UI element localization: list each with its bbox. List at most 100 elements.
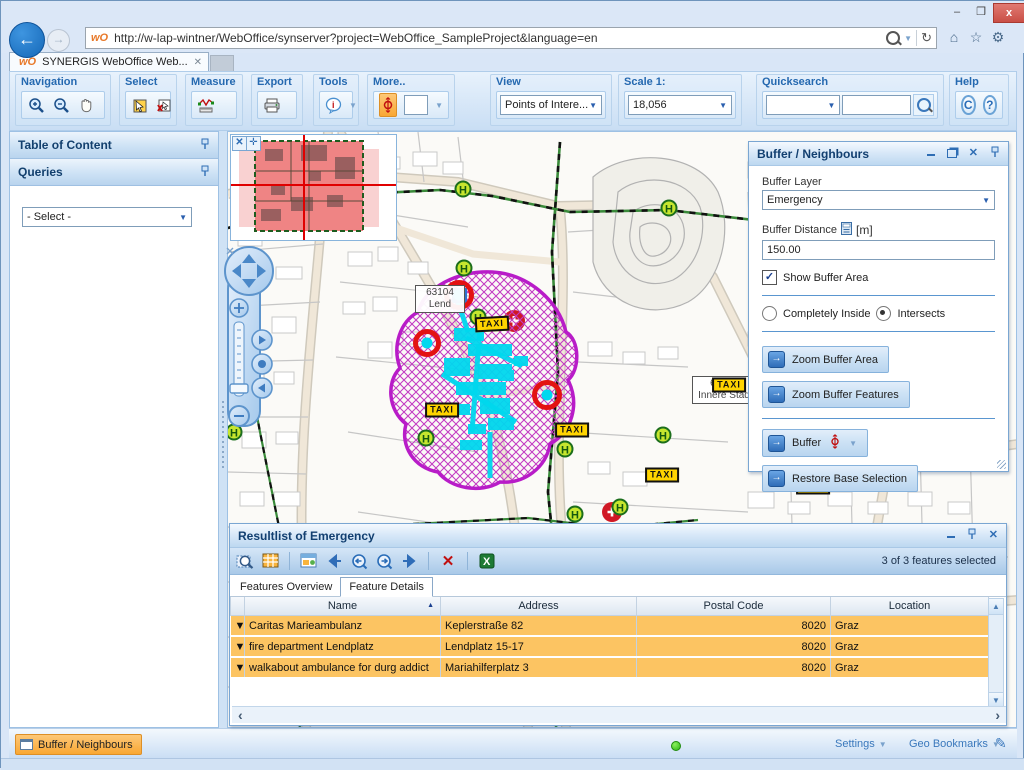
address-bar[interactable]: wO http://w-lap-wintner/WebOffice/synser…	[85, 27, 937, 49]
zoom-out-icon[interactable]	[52, 96, 70, 114]
quicksearch-go-icon[interactable]	[913, 94, 934, 116]
zoom-next-icon[interactable]	[375, 552, 393, 570]
buffer-caret-icon[interactable]: ▼	[849, 439, 857, 448]
row-menu-icon[interactable]: ▼	[231, 616, 245, 637]
settings-menu[interactable]: Settings▼	[835, 738, 887, 750]
select-features-icon[interactable]	[131, 96, 148, 114]
table-row[interactable]: ▼ fire department Lendplatz Lendplatz 15…	[231, 636, 989, 657]
query-select[interactable]: - Select -▼	[22, 207, 192, 227]
taxi-stand-marker[interactable]: TAXI	[645, 468, 679, 483]
back-button[interactable]: ←	[9, 22, 45, 58]
quicksearch-input[interactable]	[842, 95, 911, 115]
resultlist-titlebar[interactable]: Resultlist of Emergency ✕	[230, 524, 1006, 548]
home-icon[interactable]: ⌂	[943, 29, 965, 46]
contact-button[interactable]: C	[961, 95, 976, 115]
buffer-layer-select[interactable]: Emergency▼	[762, 190, 995, 210]
edit-pencil-icon[interactable]: ✎	[995, 735, 1007, 752]
overview-move-icon[interactable]: ✛	[246, 136, 261, 151]
resize-grip[interactable]	[997, 460, 1006, 469]
tools-caret-icon[interactable]: ▼	[349, 101, 357, 110]
table-vertical-scrollbar[interactable]: ▲ ▼	[988, 598, 1004, 709]
completely-inside-radio[interactable]	[762, 306, 777, 321]
pan-hand-icon[interactable]	[77, 96, 95, 114]
column-header-name[interactable]: Name▲	[245, 597, 441, 616]
taxi-stand-marker[interactable]: TAXI	[475, 316, 510, 333]
taxi-stand-marker[interactable]: TAXI	[555, 423, 589, 438]
scroll-left-icon[interactable]: ‹	[238, 707, 243, 723]
pin-icon[interactable]	[200, 165, 210, 180]
forward-button[interactable]: →	[47, 29, 70, 52]
refresh-icon[interactable]: ↻	[921, 30, 932, 46]
pin-icon[interactable]	[990, 146, 1000, 161]
tab-feature-details[interactable]: Feature Details	[340, 577, 433, 597]
zoom-to-selection-icon[interactable]	[236, 552, 254, 570]
column-header-postal-code[interactable]: Postal Code	[637, 597, 831, 616]
restore-panel-icon[interactable]	[947, 149, 957, 158]
geo-bookmarks-menu[interactable]: Geo Bookmarks▼	[909, 738, 1000, 750]
attribute-table-icon[interactable]	[261, 552, 279, 570]
row-menu-icon[interactable]: ▼	[231, 657, 245, 678]
taxi-stand-marker[interactable]: TAXI	[712, 378, 746, 393]
buffer-distance-input[interactable]: 150.00	[762, 240, 995, 260]
zoom-buffer-features-button[interactable]: → Zoom Buffer Features	[762, 381, 910, 408]
close-panel-icon[interactable]: ✕	[989, 530, 998, 541]
export-excel-icon[interactable]: X	[478, 552, 496, 570]
help-button[interactable]: ?	[983, 95, 998, 115]
panel-titlebar[interactable]: Buffer / Neighbours ✕	[749, 142, 1008, 166]
bus-stop-marker[interactable]: H	[418, 430, 435, 447]
map-view-icon[interactable]	[300, 552, 318, 570]
zoom-buffer-area-button[interactable]: → Zoom Buffer Area	[762, 346, 889, 373]
search-icon[interactable]	[886, 31, 900, 45]
favorites-star-icon[interactable]: ☆	[965, 29, 987, 46]
tab-features-overview[interactable]: Features Overview	[232, 578, 340, 597]
column-header-address[interactable]: Address	[441, 597, 637, 616]
view-select[interactable]: Points of Intere...▼	[500, 95, 602, 115]
pin-icon[interactable]	[967, 528, 977, 543]
map-navigation-control[interactable]	[223, 244, 277, 435]
quicksearch-select[interactable]: ▼	[766, 95, 840, 115]
measure-icon[interactable]	[197, 96, 215, 114]
next-page-icon[interactable]	[400, 552, 418, 570]
bus-stop-marker[interactable]: H	[661, 200, 678, 217]
sidebar-item-queries[interactable]: Queries	[10, 159, 218, 186]
row-menu-icon[interactable]: ▼	[231, 636, 245, 657]
minimize-panel-icon[interactable]	[927, 151, 935, 156]
bus-stop-marker[interactable]: H	[455, 181, 472, 198]
overview-close-icon[interactable]: ✕	[232, 136, 247, 151]
clear-selection-icon[interactable]	[155, 96, 172, 114]
column-header-location[interactable]: Location	[831, 597, 989, 616]
scroll-right-icon[interactable]: ›	[995, 707, 1000, 723]
intersects-radio[interactable]	[876, 306, 891, 321]
taskbar-buffer-neighbours[interactable]: Buffer / Neighbours	[15, 734, 142, 755]
settings-gear-icon[interactable]: ⚙	[987, 29, 1009, 46]
more-caret-icon[interactable]: ▼	[435, 101, 443, 110]
search-caret-icon[interactable]: ▼	[904, 34, 912, 43]
url-text[interactable]: http://w-lap-wintner/WebOffice/synserver…	[114, 31, 886, 45]
show-buffer-area-checkbox[interactable]: ✓	[762, 270, 777, 285]
browser-tab[interactable]: wO SYNERGIS WebOffice Web... ✕	[9, 52, 209, 71]
restore-base-selection-button[interactable]: → Restore Base Selection	[762, 465, 918, 492]
info-tool-icon[interactable]: i	[325, 96, 342, 114]
tab-close-icon[interactable]: ✕	[192, 57, 204, 68]
buffer-button[interactable]: → Buffer ▼	[762, 429, 868, 457]
bus-stop-marker[interactable]: H	[612, 499, 629, 516]
table-horizontal-scrollbar[interactable]: ‹ ›	[232, 706, 1006, 723]
minimize-window-icon[interactable]: –	[945, 3, 969, 21]
sidebar-item-table-of-content[interactable]: Table of Content	[10, 132, 218, 159]
previous-page-icon[interactable]	[325, 552, 343, 570]
overview-map[interactable]: ✕ ✛	[230, 134, 397, 241]
print-icon[interactable]	[263, 96, 281, 114]
zoom-previous-icon[interactable]	[350, 552, 368, 570]
taxi-stand-marker[interactable]: TAXI	[425, 403, 459, 418]
more-tools-select[interactable]	[404, 95, 428, 115]
minimize-panel-icon[interactable]	[947, 533, 955, 538]
bus-stop-marker[interactable]: H	[456, 260, 473, 277]
remove-selection-icon[interactable]: ✕	[439, 552, 457, 570]
bus-stop-marker[interactable]: H	[655, 427, 672, 444]
scroll-up-icon[interactable]: ▲	[989, 599, 1003, 615]
maximize-window-icon[interactable]: ❒	[969, 3, 993, 21]
close-panel-icon[interactable]: ✕	[969, 148, 978, 159]
table-row[interactable]: ▼ Caritas Marieambulanz Keplerstraße 82 …	[231, 616, 989, 637]
table-row[interactable]: ▼ walkabout ambulance for durg addict Ma…	[231, 657, 989, 678]
pin-icon[interactable]	[200, 138, 210, 153]
